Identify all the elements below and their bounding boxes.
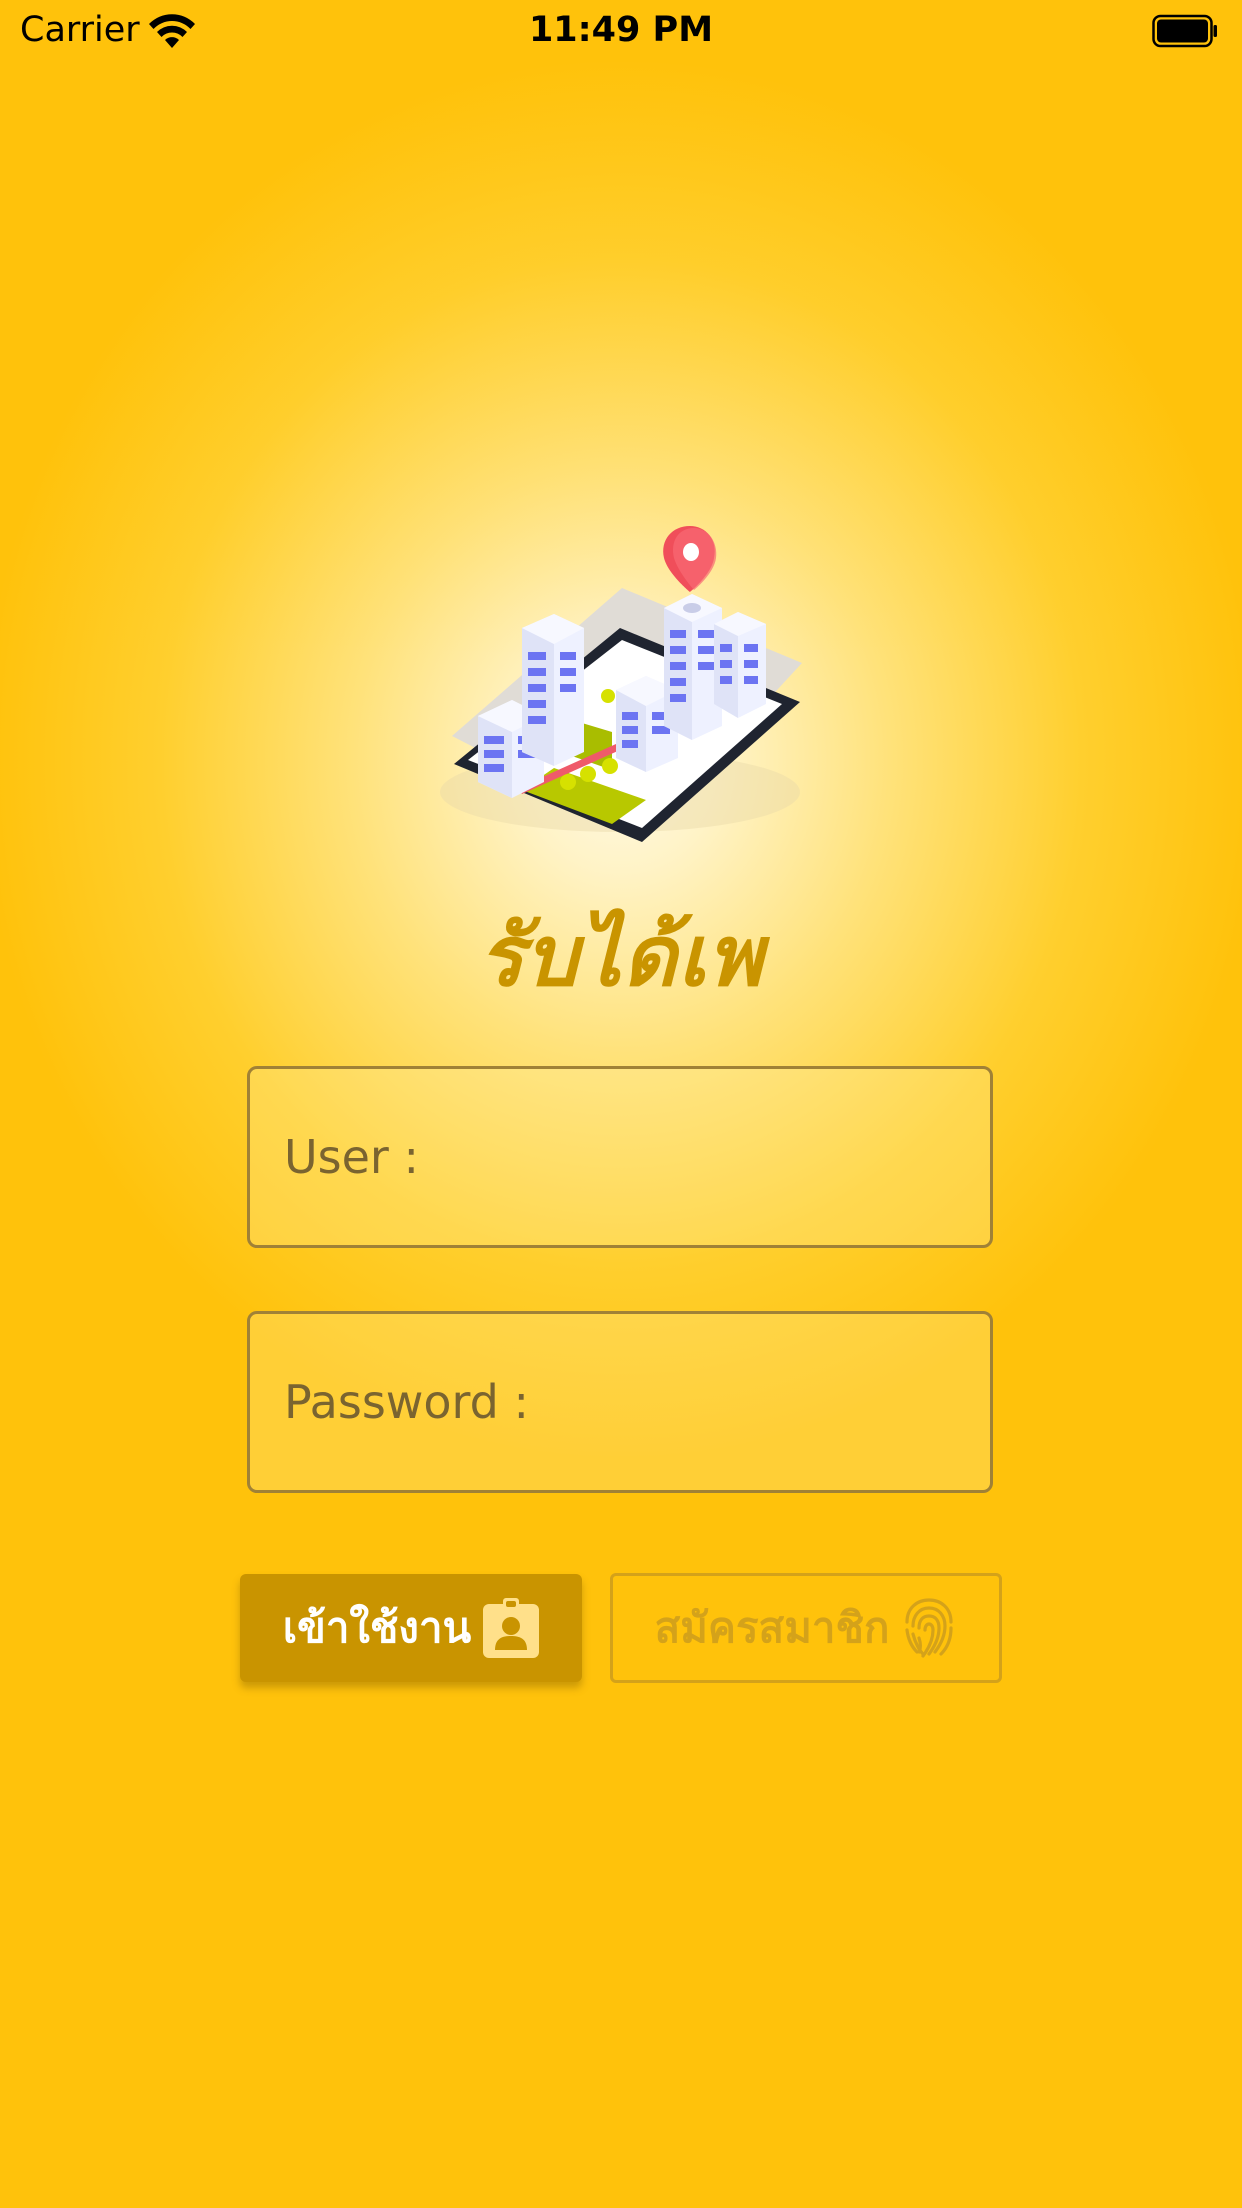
register-button[interactable]: สมัครสมาชิก <box>610 1573 1002 1683</box>
id-badge-icon <box>483 1598 540 1658</box>
user-field[interactable] <box>247 1066 993 1248</box>
battery-full-icon <box>1152 14 1217 48</box>
user-input[interactable] <box>250 1069 990 1245</box>
password-field[interactable] <box>247 1311 993 1493</box>
status-bar: Carrier 11:49 PM <box>0 0 1242 62</box>
status-time: 11:49 PM <box>528 10 714 50</box>
login-button[interactable]: เข้าใช้งาน <box>240 1574 582 1682</box>
register-button-label: สมัครสมาชิก <box>654 1603 890 1652</box>
app-title: รับได้เพ <box>478 907 764 1005</box>
password-input[interactable] <box>250 1314 990 1490</box>
fingerprint-icon <box>905 1598 954 1658</box>
login-button-label: เข้าใช้งาน <box>282 1603 472 1652</box>
city-phone-map-pin-illustration <box>440 526 802 842</box>
